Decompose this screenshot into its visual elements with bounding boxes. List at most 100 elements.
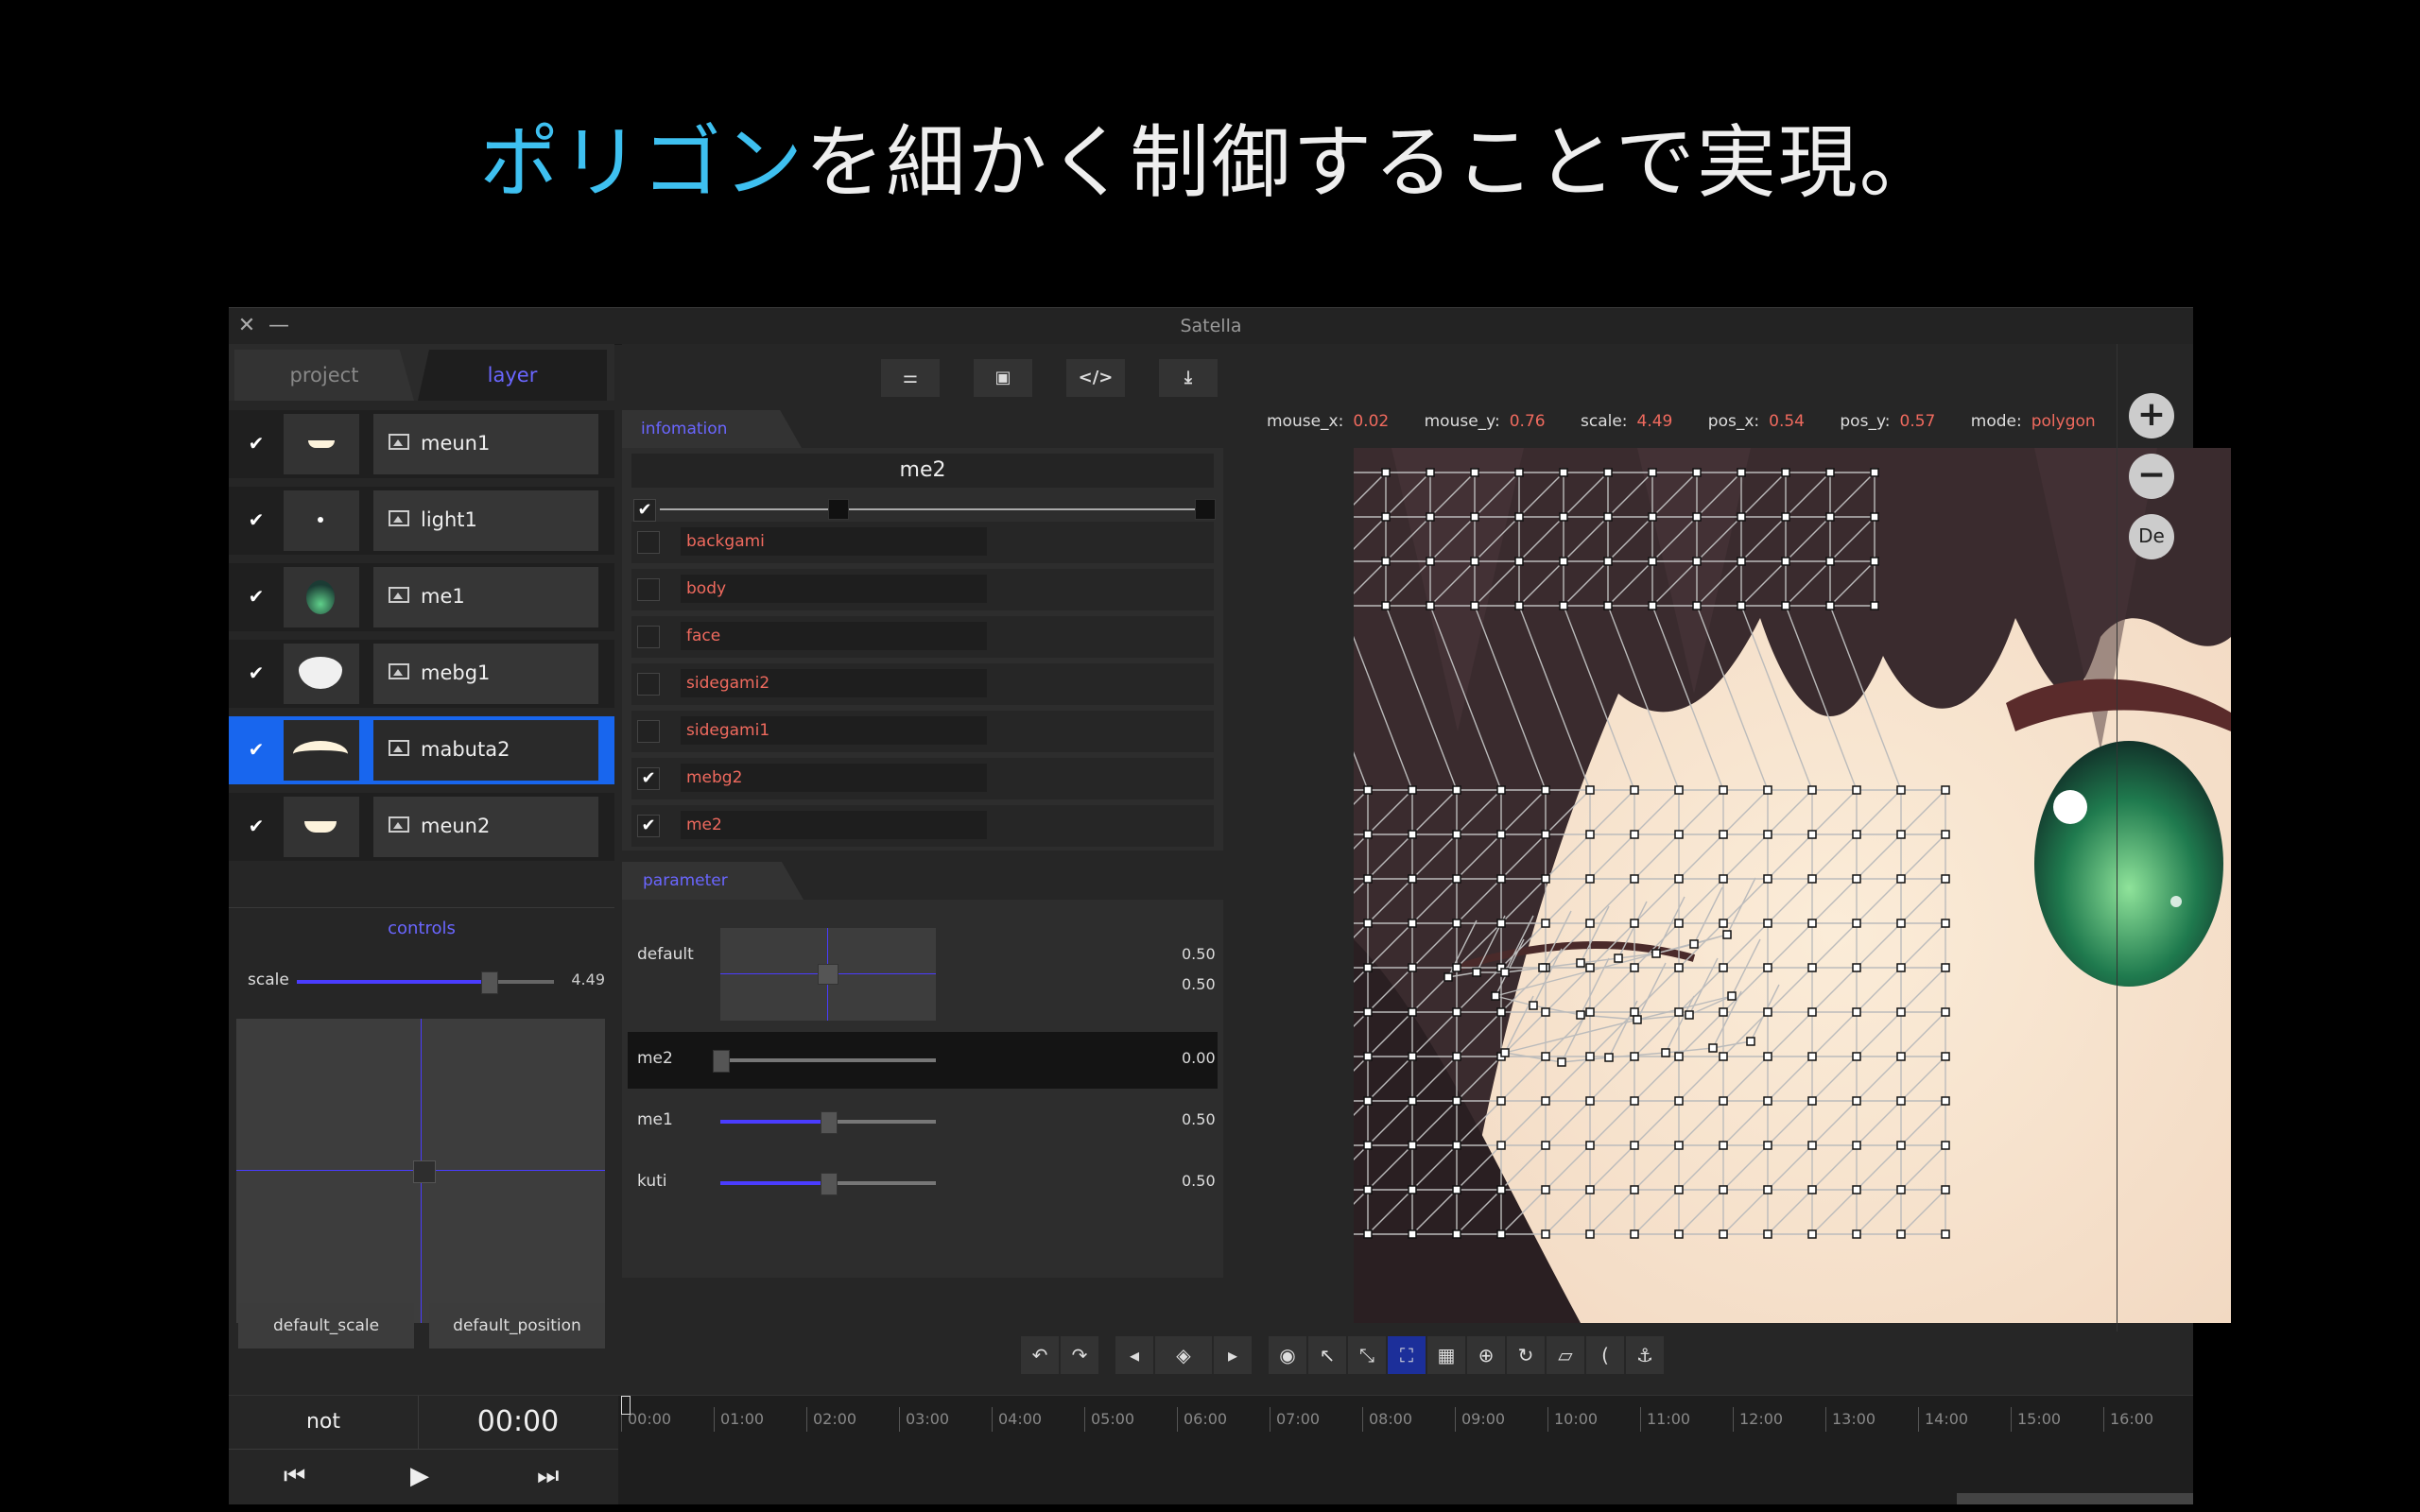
mesh-vertex[interactable]: [1426, 601, 1435, 610]
mesh-vertex[interactable]: [1426, 557, 1435, 566]
information-range-mid[interactable]: [828, 499, 849, 520]
mesh-vertex[interactable]: [1470, 468, 1479, 477]
mesh-vertex[interactable]: [1541, 1141, 1550, 1150]
mesh-vertex[interactable]: [1674, 963, 1684, 972]
mesh-vertex[interactable]: [1408, 1141, 1417, 1150]
next-icon[interactable]: ▸: [1214, 1336, 1252, 1374]
mesh-vertex[interactable]: [1674, 874, 1684, 884]
mesh-vertex[interactable]: [1559, 468, 1568, 477]
mesh-vertex[interactable]: [1661, 1048, 1670, 1057]
mesh-vertex[interactable]: [1719, 785, 1728, 795]
mesh-vertex[interactable]: [1491, 991, 1500, 1001]
mesh-vertex[interactable]: [1781, 601, 1790, 610]
mesh-row[interactable]: body: [631, 569, 1214, 610]
mesh-vertex[interactable]: [1674, 830, 1684, 839]
undo-icon[interactable]: ↶: [1021, 1336, 1059, 1374]
mesh-vertex[interactable]: [1426, 468, 1435, 477]
mesh-vertex[interactable]: [1674, 1096, 1684, 1106]
mesh-vertex[interactable]: [1452, 1185, 1461, 1194]
layer-name-field[interactable]: mabuta2: [373, 720, 598, 781]
mesh-checkbox[interactable]: [637, 720, 660, 743]
mesh-vertex[interactable]: [1674, 919, 1684, 928]
mesh-vertex[interactable]: [1896, 785, 1906, 795]
mesh-vertex[interactable]: [1514, 512, 1524, 522]
mesh-vertex[interactable]: [1604, 1053, 1614, 1062]
mesh-vertex[interactable]: [1452, 1229, 1461, 1239]
mesh-checkbox[interactable]: ✔: [637, 767, 660, 790]
mesh-vertex[interactable]: [1648, 512, 1657, 522]
layer-visibility-checkbox[interactable]: ✔: [246, 509, 267, 530]
mesh-vertex[interactable]: [1763, 830, 1772, 839]
param-slider[interactable]: [720, 1111, 936, 1134]
layer-visibility-checkbox[interactable]: ✔: [246, 662, 267, 683]
mesh-vertex[interactable]: [1630, 1141, 1639, 1150]
mesh-vertex[interactable]: [1807, 785, 1817, 795]
mesh-row[interactable]: sidegami2: [631, 663, 1214, 705]
mesh-vertex[interactable]: [1585, 1229, 1595, 1239]
prev-icon[interactable]: ◂: [1115, 1336, 1153, 1374]
image-viewport[interactable]: [1354, 448, 2231, 1323]
mesh-vertex[interactable]: [1630, 1096, 1639, 1106]
mesh-vertex[interactable]: [1941, 963, 1950, 972]
mesh-vertex[interactable]: [1557, 1057, 1566, 1067]
param-pad-knob[interactable]: [818, 964, 838, 985]
mesh-vertex[interactable]: [1408, 1096, 1417, 1106]
mesh-vertex[interactable]: [1472, 968, 1481, 977]
mesh-vertex[interactable]: [1363, 1229, 1373, 1239]
mesh-vertex[interactable]: [1470, 557, 1479, 566]
mesh-row[interactable]: face: [631, 616, 1214, 658]
mesh-vertex[interactable]: [1408, 1229, 1417, 1239]
mesh-vertex[interactable]: [1559, 601, 1568, 610]
mesh-vertex[interactable]: [1870, 468, 1879, 477]
mesh-vertex[interactable]: [1692, 468, 1702, 477]
mesh-vertex[interactable]: [1719, 963, 1728, 972]
mesh-vertex[interactable]: [1852, 830, 1861, 839]
mesh-vertex[interactable]: [1496, 1096, 1506, 1106]
mesh-vertex[interactable]: [1852, 874, 1861, 884]
mesh-vertex[interactable]: [1763, 874, 1772, 884]
mesh-vertex[interactable]: [1496, 785, 1506, 795]
mesh-vertex[interactable]: [1585, 830, 1595, 839]
mesh-vertex[interactable]: [1538, 963, 1547, 972]
mesh-vertex[interactable]: [1603, 601, 1613, 610]
pointer-icon[interactable]: ↖: [1308, 1336, 1346, 1374]
eye-icon[interactable]: ◉: [1269, 1336, 1306, 1374]
mesh-vertex[interactable]: [1870, 557, 1879, 566]
mesh-vertex[interactable]: [1514, 557, 1524, 566]
mesh-vertex[interactable]: [1870, 512, 1879, 522]
resize-icon[interactable]: ⤡: [1348, 1336, 1386, 1374]
mesh-vertex[interactable]: [1719, 1141, 1728, 1150]
mesh-vertex[interactable]: [1896, 963, 1906, 972]
mesh-vertex[interactable]: [1603, 512, 1613, 522]
mesh-vertex[interactable]: [1470, 512, 1479, 522]
mesh-vertex[interactable]: [1585, 1185, 1595, 1194]
mesh-vertex[interactable]: [1825, 512, 1835, 522]
mesh-vertex[interactable]: [1576, 1010, 1585, 1020]
layer-item[interactable]: ✔ mebg1: [229, 640, 614, 708]
mesh-vertex[interactable]: [1630, 1007, 1639, 1017]
pad-knob[interactable]: [413, 1160, 436, 1183]
mesh-vertex[interactable]: [1630, 830, 1639, 839]
mesh-vertex[interactable]: [1941, 785, 1950, 795]
skip-forward-icon[interactable]: ⏭: [537, 1462, 559, 1491]
mesh-vertex[interactable]: [1825, 557, 1835, 566]
mesh-vertex[interactable]: [1941, 874, 1950, 884]
mesh-vertex[interactable]: [1852, 1096, 1861, 1106]
mesh-vertex[interactable]: [1452, 963, 1461, 972]
mesh-vertex[interactable]: [1763, 1229, 1772, 1239]
layer-item[interactable]: ✔ mabuta2: [229, 716, 614, 784]
mesh-row[interactable]: ✔ me2: [631, 805, 1214, 847]
layer-name-field[interactable]: meun1: [373, 414, 598, 474]
mesh-vertex[interactable]: [1746, 1037, 1755, 1046]
mesh-vertex[interactable]: [1452, 1096, 1461, 1106]
mesh-checkbox[interactable]: [637, 673, 660, 696]
mesh-vertex[interactable]: [1630, 874, 1639, 884]
parameter-header[interactable]: parameter: [622, 862, 804, 900]
information-header[interactable]: infomation: [622, 410, 802, 448]
mesh-vertex[interactable]: [1719, 1052, 1728, 1061]
mesh-vertex[interactable]: [1585, 1096, 1595, 1106]
mesh-vertex[interactable]: [1941, 1229, 1950, 1239]
tab-layer[interactable]: layer: [418, 350, 607, 401]
mesh-vertex[interactable]: [1630, 1229, 1639, 1239]
mesh-vertex[interactable]: [1896, 1052, 1906, 1061]
